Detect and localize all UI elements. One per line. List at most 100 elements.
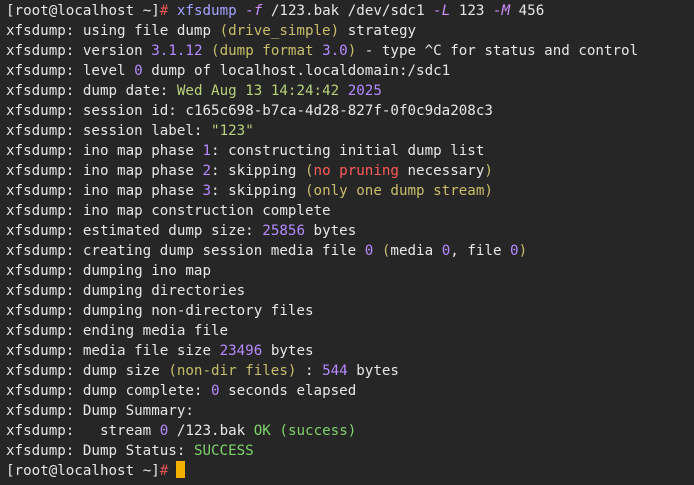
output-number: 0 xyxy=(134,63,143,79)
prompt-open-bracket: [ xyxy=(6,463,15,479)
output-prefix: xfsdump: xyxy=(6,423,75,439)
output-line: xfsdump: ending media file xyxy=(6,321,694,341)
output-session-id: c165c698-b7ca-4d28-827f-0f0c9da208c3 xyxy=(185,103,493,119)
output-date: Wed Aug 13 14:24:42 xyxy=(176,83,340,99)
output-text: ) xyxy=(347,43,357,59)
output-line: xfsdump: media file size 23496 bytes xyxy=(6,341,694,361)
output-paren: ) xyxy=(484,163,493,179)
command-flag-L: -L xyxy=(433,3,451,19)
output-ok: OK xyxy=(253,423,271,439)
output-paren: (only one dump stream) xyxy=(305,183,493,199)
output-line: xfsdump: stream 0 /123.bak OK (success) xyxy=(6,421,694,441)
output-number: 0 xyxy=(510,243,519,259)
output-text: dumping non-directory files xyxy=(82,303,314,319)
output-line: xfsdump: ino map phase 3: skipping (only… xyxy=(6,181,694,201)
output-number: 0 xyxy=(364,243,374,259)
output-prefix: xfsdump: xyxy=(6,123,75,139)
prompt-line[interactable]: [root@localhost ~]# xyxy=(6,461,694,481)
output-text: - type ^C for status and control xyxy=(364,43,639,59)
output-text: estimated dump size: xyxy=(82,223,254,239)
output-text: stream xyxy=(82,423,152,439)
output-number: 3.1.12 xyxy=(151,43,203,59)
command-line: [root@localhost ~]# xfsdump -f /123.bak … xyxy=(6,1,694,21)
output-line: xfsdump: session id: c165c698-b7ca-4d28-… xyxy=(6,101,694,121)
output-text: dump date: xyxy=(82,83,169,99)
output-line: xfsdump: creating dump session media fil… xyxy=(6,241,694,261)
output-text: Dump Status: xyxy=(82,443,186,459)
output-text: : xyxy=(304,363,314,379)
output-prefix: xfsdump: xyxy=(6,303,75,319)
output-line: xfsdump: ino map construction complete xyxy=(6,201,694,221)
output-prefix: xfsdump: xyxy=(6,243,75,259)
prompt-user-host: root@localhost xyxy=(14,463,135,479)
output-text: ino map phase xyxy=(82,143,194,159)
output-text: dump complete: xyxy=(82,383,203,399)
output-text: bytes xyxy=(356,363,399,379)
output-prefix: xfsdump: xyxy=(6,163,75,179)
output-text: : constructing initial dump list xyxy=(211,143,485,159)
output-text: Dump Summary: xyxy=(82,403,194,419)
output-text: ending media file xyxy=(82,323,229,339)
output-line: xfsdump: using file dump (drive_simple) … xyxy=(6,21,694,41)
prompt: [root@localhost ~]# xyxy=(6,3,168,19)
output-prefix: xfsdump: xyxy=(6,203,75,219)
text-cursor[interactable] xyxy=(176,461,186,478)
output-prefix: xfsdump: xyxy=(6,443,75,459)
prompt-open-bracket: [ xyxy=(6,3,15,19)
output-prefix: xfsdump: xyxy=(6,323,75,339)
output-line: xfsdump: dumping ino map xyxy=(6,261,694,281)
output-text: dump size xyxy=(82,363,160,379)
output-prefix: xfsdump: xyxy=(6,23,75,39)
prompt-dir: ~ xyxy=(142,463,152,479)
output-text: session label: xyxy=(82,123,203,139)
output-paren: (dump format 3.0) xyxy=(211,43,356,59)
output-string: "123" xyxy=(211,123,254,139)
prompt-dir: ~ xyxy=(142,3,152,19)
output-line: xfsdump: dump date: Wed Aug 13 14:24:42 … xyxy=(6,81,694,101)
output-prefix: xfsdump: xyxy=(6,143,75,159)
output-text: seconds elapsed xyxy=(228,383,357,399)
command-device: /dev/sdc1 xyxy=(347,3,425,19)
output-prefix: xfsdump: xyxy=(6,43,75,59)
output-text: strategy xyxy=(347,23,417,39)
output-prefix: xfsdump: xyxy=(6,343,75,359)
output-text: ino map construction complete xyxy=(82,203,331,219)
output-number: 1 xyxy=(202,143,212,159)
output-text: , file xyxy=(450,243,502,259)
output-number: 3.0 xyxy=(322,43,348,59)
prompt: [root@localhost ~]# xyxy=(6,463,168,479)
prompt-hash: # xyxy=(159,463,169,479)
output-number: 2025 xyxy=(347,83,382,99)
output-line: xfsdump: ino map phase 2: skipping (no p… xyxy=(6,161,694,181)
output-text: /123.bak xyxy=(176,423,246,439)
output-text: dumping ino map xyxy=(82,263,212,279)
output-line: xfsdump: level 0 dump of localhost.local… xyxy=(6,61,694,81)
output-line: xfsdump: dumping directories xyxy=(6,281,694,301)
command-flag-M: -M xyxy=(492,3,511,19)
output-keyword: no pruning xyxy=(313,163,399,179)
output-prefix: xfsdump: xyxy=(6,283,75,299)
output-line: xfsdump: dump complete: 0 seconds elapse… xyxy=(6,381,694,401)
output-number: 0 xyxy=(441,243,451,259)
output-text: using file dump xyxy=(82,23,212,39)
output-text: creating dump session media file xyxy=(82,243,357,259)
output-number: 23496 xyxy=(219,343,263,359)
output-text: dumping directories xyxy=(82,283,246,299)
output-prefix: xfsdump: xyxy=(6,403,75,419)
prompt-hash: # xyxy=(159,3,169,19)
output-number: 0 xyxy=(159,423,169,439)
output-number: 2 xyxy=(202,163,212,179)
output-number: 25856 xyxy=(262,223,305,239)
terminal-window[interactable]: [root@localhost ~]# xfsdump -f /123.bak … xyxy=(0,1,694,485)
output-prefix: xfsdump: xyxy=(6,263,75,279)
output-status: SUCCESS xyxy=(193,443,254,459)
output-paren: (success) xyxy=(279,423,357,439)
output-prefix: xfsdump: xyxy=(6,383,75,399)
output-number: 3 xyxy=(202,183,212,199)
output-text: : skipping xyxy=(211,163,297,179)
output-paren: (non-dir files) xyxy=(168,363,297,379)
output-text: (dump format xyxy=(211,43,314,59)
output-text: dump of localhost.localdomain:/sdc1 xyxy=(151,63,451,79)
output-line: xfsdump: ino map phase 1: constructing i… xyxy=(6,141,694,161)
output-prefix: xfsdump: xyxy=(6,183,75,199)
